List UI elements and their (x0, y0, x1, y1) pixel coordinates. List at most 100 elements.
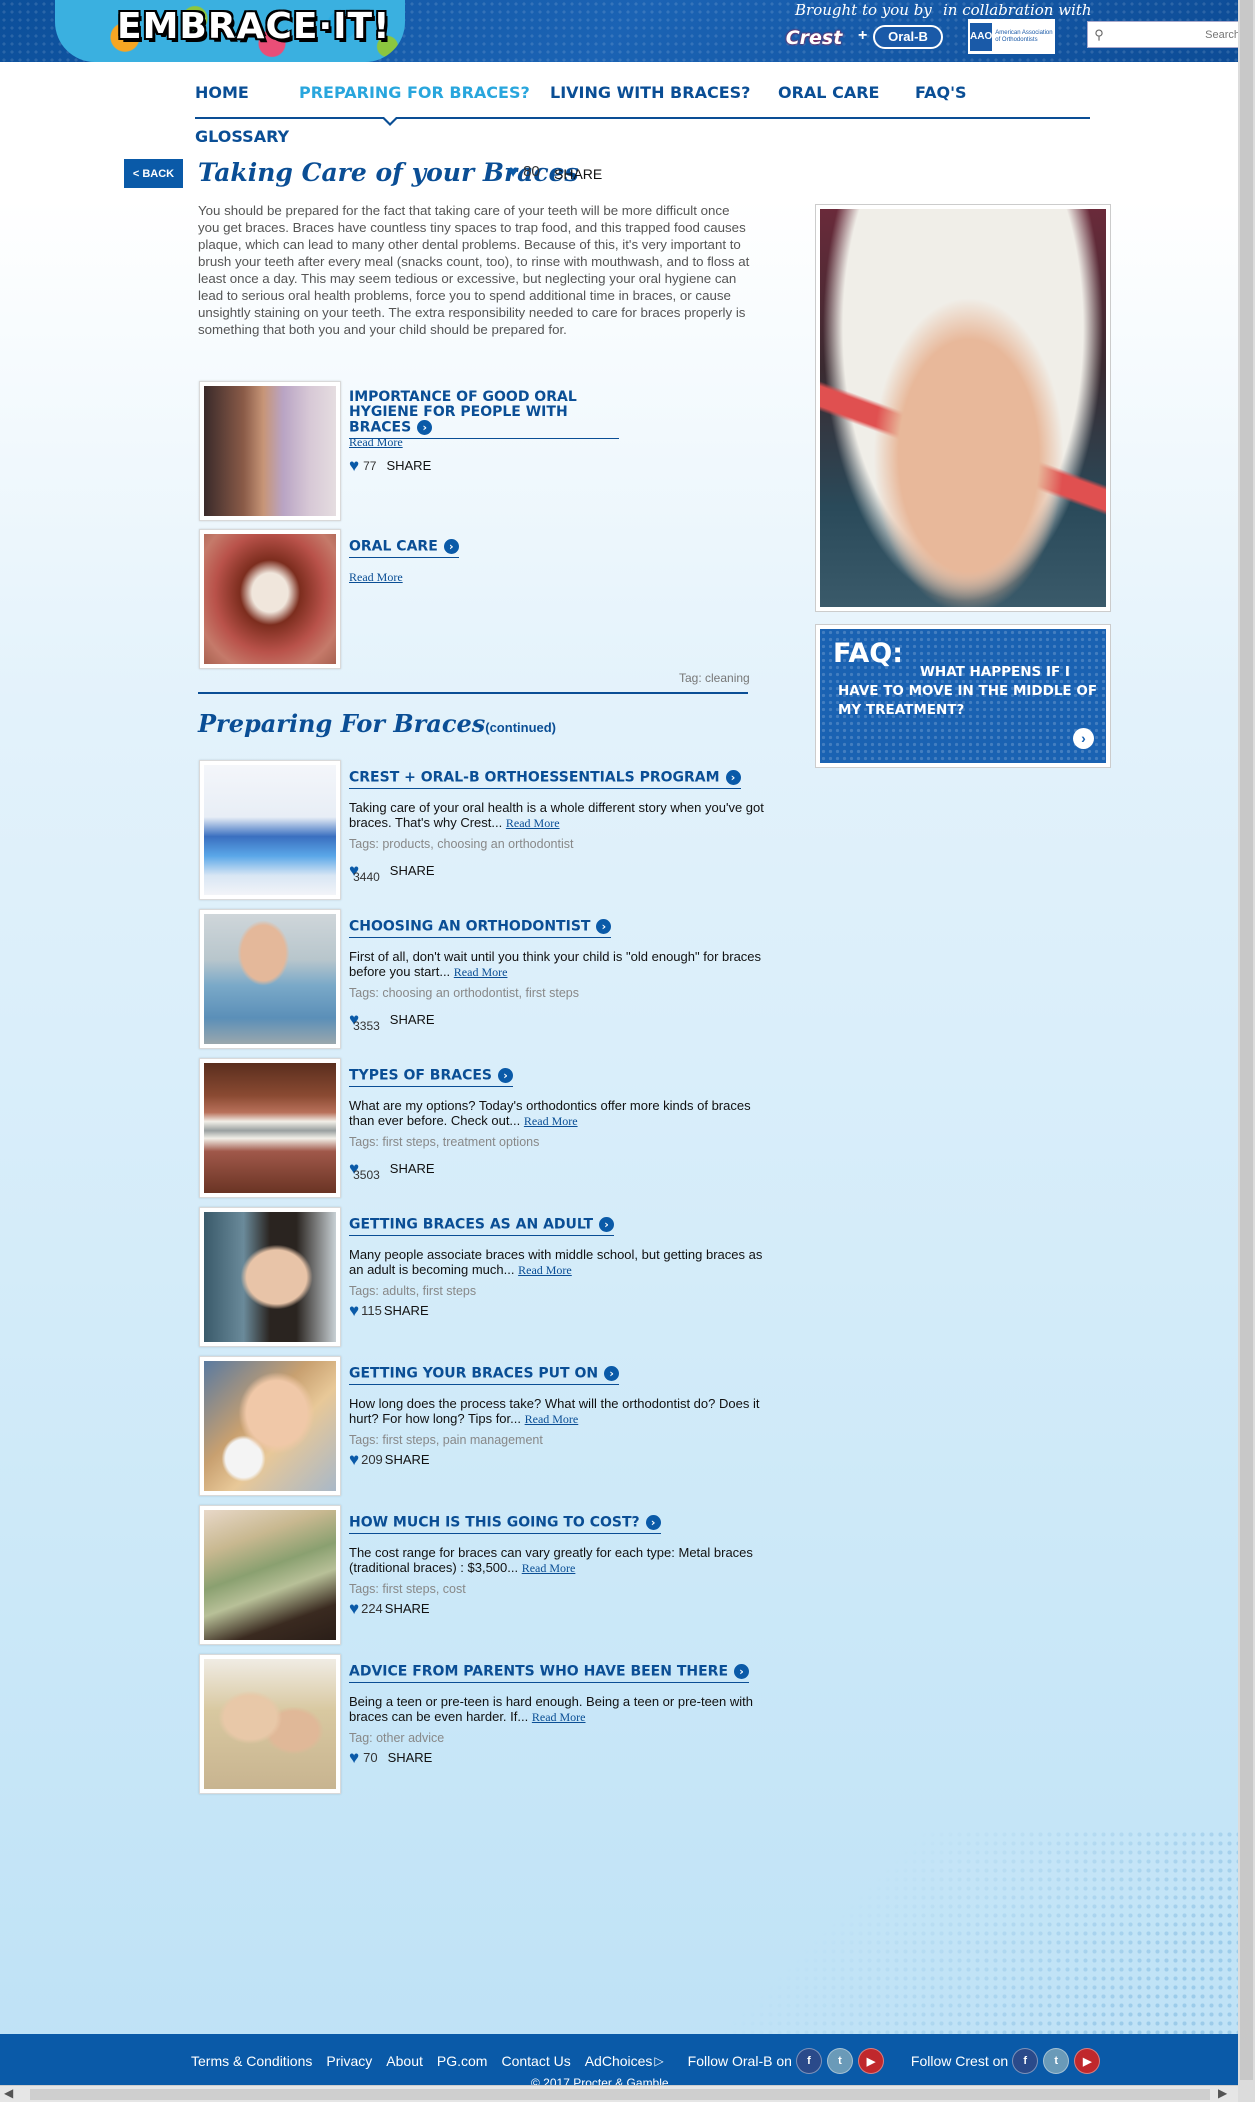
share-button[interactable]: SHARE (390, 863, 435, 878)
card-title-link[interactable]: GETTING YOUR BRACES PUT ON › (349, 1366, 620, 1385)
title-like-button[interactable]: ♥ 80 (508, 163, 540, 180)
nav-preparing-for-braces[interactable]: PREPARING FOR BRACES? (299, 83, 530, 102)
youtube-icon[interactable]: ▶ (857, 2048, 884, 2074)
card-title-link[interactable]: ORAL CARE › (349, 539, 459, 558)
nav-faqs[interactable]: FAQ'S (915, 83, 967, 102)
arrow-right-icon[interactable]: › (725, 770, 741, 785)
arrow-right-icon[interactable]: › (599, 1217, 615, 1232)
arrow-right-icon[interactable]: › (443, 539, 459, 554)
oral-b-logo[interactable]: Oral-B (873, 25, 943, 49)
heart-icon[interactable]: ♥ (349, 1749, 359, 1766)
heart-icon[interactable]: ♥ (508, 163, 518, 180)
like-share-row: ♥ 3440 SHARE (349, 856, 435, 885)
like-share-row: ♥ 115 SHARE (349, 1302, 429, 1319)
share-button[interactable]: SHARE (386, 458, 431, 473)
search-input[interactable] (1110, 28, 1238, 41)
vertical-scrollbar[interactable] (1238, 0, 1255, 2102)
scroll-right-icon[interactable]: ▶ (1218, 2086, 1227, 2100)
article-description: How long does the process take? What wil… (349, 1396, 760, 1426)
share-button[interactable]: SHARE (390, 1161, 435, 1176)
heart-icon[interactable]: ♥ (349, 1451, 359, 1468)
share-button[interactable]: SHARE (385, 1601, 430, 1616)
arrow-right-icon[interactable]: › (596, 919, 612, 934)
article-thumbnail[interactable] (199, 529, 341, 669)
read-more-link[interactable]: Read More (522, 1561, 576, 1575)
card-title-link[interactable]: CREST + ORAL-B ORTHOESSENTIALS PROGRAM › (349, 770, 741, 789)
footer-link-pg[interactable]: PG.com (437, 2053, 488, 2069)
search-box[interactable]: ⚲ (1087, 21, 1238, 48)
facebook-icon[interactable]: f (1012, 2048, 1039, 2074)
read-more-link[interactable]: Read More (524, 1114, 578, 1128)
faq-promo[interactable]: FAQ: WHAT HAPPENS IF I HAVE TO MOVE IN T… (815, 624, 1111, 768)
share-button[interactable]: SHARE (388, 1750, 433, 1765)
arrow-right-icon[interactable]: › (645, 1515, 661, 1530)
card-title-link[interactable]: ADVICE FROM PARENTS WHO HAVE BEEN THERE › (349, 1664, 750, 1683)
read-more-link[interactable]: Read More (454, 965, 508, 979)
card-title-link[interactable]: HOW MUCH IS THIS GOING TO COST? › (349, 1515, 661, 1534)
article-description: Being a teen or pre-teen is hard enough.… (349, 1694, 753, 1724)
arrow-right-icon[interactable]: › (417, 420, 433, 435)
twitter-icon[interactable]: t (1043, 2048, 1070, 2074)
share-button[interactable]: SHARE (384, 1303, 429, 1318)
sidebar-photo (815, 204, 1111, 612)
share-button[interactable]: SHARE (554, 166, 602, 182)
horizontal-scrollbar[interactable]: ◀ ▶ (0, 2085, 1238, 2102)
card-title-link[interactable]: GETTING BRACES AS AN ADULT › (349, 1217, 615, 1236)
article-thumbnail[interactable] (199, 1207, 341, 1347)
twitter-icon[interactable]: t (826, 2048, 853, 2074)
heart-icon[interactable]: ♥ (349, 1302, 359, 1319)
card-title-link[interactable]: TYPES OF BRACES › (349, 1068, 514, 1087)
like-count: 115 (361, 1303, 382, 1318)
heart-icon[interactable]: ♥ (349, 1600, 359, 1617)
article-tags: Tags: adults, first steps (349, 1284, 477, 1298)
arrow-right-icon[interactable]: › (604, 1366, 620, 1381)
adult-woman-image (204, 1212, 336, 1342)
tag-line: Tag: cleaning (679, 671, 750, 685)
article-thumbnail[interactable] (199, 1058, 341, 1198)
scroll-left-icon[interactable]: ◀ (4, 2086, 13, 2100)
article-thumbnail[interactable] (199, 1654, 341, 1794)
article-thumbnail[interactable] (199, 381, 341, 521)
embrace-it-logo[interactable]: EMBRACE·IT! (55, 0, 405, 62)
girl-dentist-image (204, 1361, 336, 1491)
nav-oral-care[interactable]: ORAL CARE (778, 83, 879, 102)
read-more-link[interactable]: Read More (518, 1263, 572, 1277)
aao-mark: AAO (970, 22, 993, 51)
read-more-link[interactable]: Read More (349, 435, 403, 450)
back-button[interactable]: < BACK (124, 159, 183, 188)
article-thumbnail[interactable] (199, 760, 341, 900)
footer-link-about[interactable]: About (386, 2053, 423, 2069)
footer-link-adchoices[interactable]: AdChoices (585, 2053, 653, 2069)
search-icon[interactable]: ⚲ (1088, 27, 1110, 43)
footer-link-terms[interactable]: Terms & Conditions (191, 2053, 312, 2069)
aao-logo[interactable]: AAO American Association of Orthodontist… (968, 19, 1055, 54)
read-more-link[interactable]: Read More (532, 1710, 586, 1724)
read-more-link[interactable]: Read More (349, 570, 403, 585)
facebook-icon[interactable]: f (795, 2048, 822, 2074)
nav-living-with-braces[interactable]: LIVING WITH BRACES? (550, 83, 750, 102)
article-thumbnail[interactable] (199, 1356, 341, 1496)
nav-home[interactable]: HOME (195, 83, 249, 102)
arrow-right-icon[interactable]: › (1073, 728, 1094, 749)
read-more-link[interactable]: Read More (506, 816, 560, 830)
brushing-braces-image (204, 534, 336, 664)
footer-link-privacy[interactable]: Privacy (326, 2053, 372, 2069)
read-more-link[interactable]: Read More (525, 1412, 579, 1426)
adchoices-icon[interactable]: ▷ (654, 2054, 663, 2068)
article-thumbnail[interactable] (199, 909, 341, 1049)
youtube-icon[interactable]: ▶ (1074, 2048, 1101, 2074)
like-share-row: ♥ 70 SHARE (349, 1749, 432, 1766)
faq-question[interactable]: WHAT HAPPENS IF I HAVE TO MOVE IN THE MI… (838, 663, 1108, 720)
footer-link-contact[interactable]: Contact Us (501, 2053, 570, 2069)
nav-glossary[interactable]: GLOSSARY (195, 127, 289, 146)
arrow-right-icon[interactable]: › (498, 1068, 514, 1083)
heart-icon[interactable]: ♥ (349, 457, 359, 474)
arrow-right-icon[interactable]: › (734, 1664, 750, 1679)
card-title-link[interactable]: CHOOSING AN ORTHODONTIST › (349, 919, 612, 938)
card-title-link[interactable]: IMPORTANCE OF GOOD ORAL HYGIENE FOR PEOP… (349, 390, 619, 439)
article-description: First of all, don't wait until you think… (349, 949, 762, 979)
share-button[interactable]: SHARE (390, 1012, 435, 1027)
article-thumbnail[interactable] (199, 1505, 341, 1645)
crest-logo[interactable]: Crest (773, 27, 855, 49)
share-button[interactable]: SHARE (385, 1452, 430, 1467)
